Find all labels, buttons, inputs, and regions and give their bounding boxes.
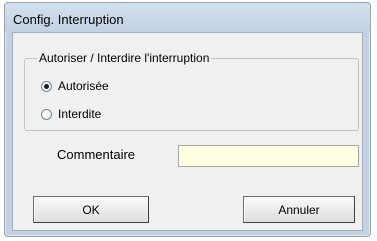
title-bar[interactable]: Config. Interruption — [5, 3, 370, 32]
radio-autorisee[interactable]: Autorisée — [41, 79, 109, 93]
radio-button-checked[interactable] — [41, 80, 52, 92]
radio-button-unchecked[interactable] — [41, 108, 52, 120]
radio-interdite[interactable]: Interdite — [41, 107, 101, 121]
comment-label: Commentaire — [57, 147, 136, 162]
ok-button[interactable]: OK — [33, 196, 149, 223]
radio-label-autorisee: Autorisée — [58, 79, 109, 93]
groupbox-legend: Autoriser / Interdire l'interruption — [37, 51, 212, 65]
radio-label-interdite: Interdite — [58, 107, 102, 121]
comment-input[interactable] — [178, 145, 359, 167]
dialog-title: Config. Interruption — [13, 12, 124, 27]
cancel-button[interactable]: Annuler — [243, 196, 355, 223]
